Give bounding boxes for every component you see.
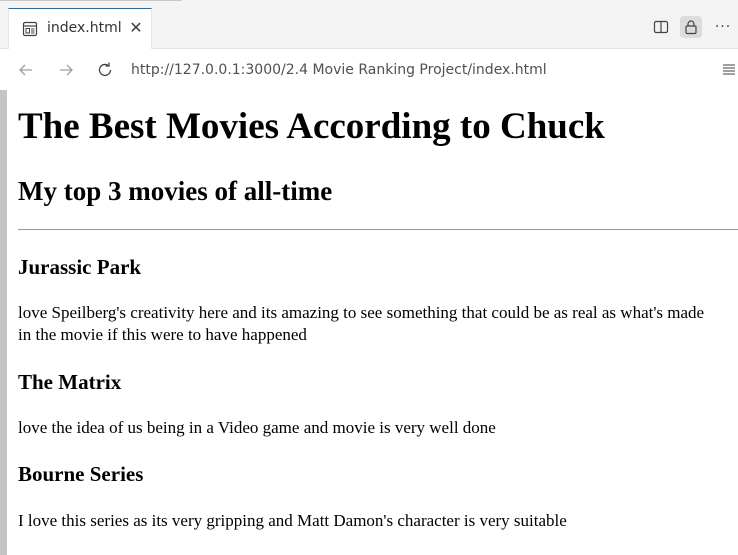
- movie-title-bourne-series: Bourne Series: [18, 462, 144, 486]
- movie-title-the-matrix: The Matrix: [18, 370, 122, 394]
- split-editor-icon[interactable]: [650, 16, 672, 38]
- tab-title: index.html: [47, 20, 122, 36]
- movie-description: love the idea of us being in a Video gam…: [18, 418, 496, 437]
- preview-icon: [22, 21, 38, 37]
- side-edge: [0, 90, 7, 555]
- movie-description: love Speilberg's creativity here and its…: [18, 303, 705, 344]
- movie-title-jurassic-park: Jurassic Park: [18, 255, 142, 279]
- navigation-bar: http://127.0.0.1:3000/2.4 Movie Ranking …: [0, 49, 738, 90]
- more-actions-button[interactable]: ···: [712, 16, 734, 38]
- menu-icon[interactable]: [721, 62, 737, 78]
- lock-icon[interactable]: [680, 16, 702, 38]
- tab-index-html[interactable]: index.html ✕: [8, 8, 152, 49]
- tab-bar: index.html ✕ ···: [0, 8, 738, 49]
- loading-indicator: [0, 0, 182, 1]
- arrow-right-icon[interactable]: [56, 60, 76, 80]
- reload-icon[interactable]: [95, 60, 115, 80]
- address-bar[interactable]: http://127.0.0.1:3000/2.4 Movie Ranking …: [131, 62, 547, 78]
- close-icon[interactable]: ✕: [128, 19, 144, 37]
- page-subtitle: My top 3 movies of all-time: [18, 176, 333, 206]
- page-title: The Best Movies According to Chuck: [18, 106, 605, 147]
- movie-description: I love this series as its very gripping …: [18, 511, 567, 530]
- arrow-left-icon[interactable]: [16, 60, 36, 80]
- page-content: The Best Movies According to Chuck My to…: [7, 90, 738, 555]
- browser-window: index.html ✕ ··· http://127.0.0.1:3000/2…: [0, 0, 738, 555]
- divider: [18, 229, 738, 230]
